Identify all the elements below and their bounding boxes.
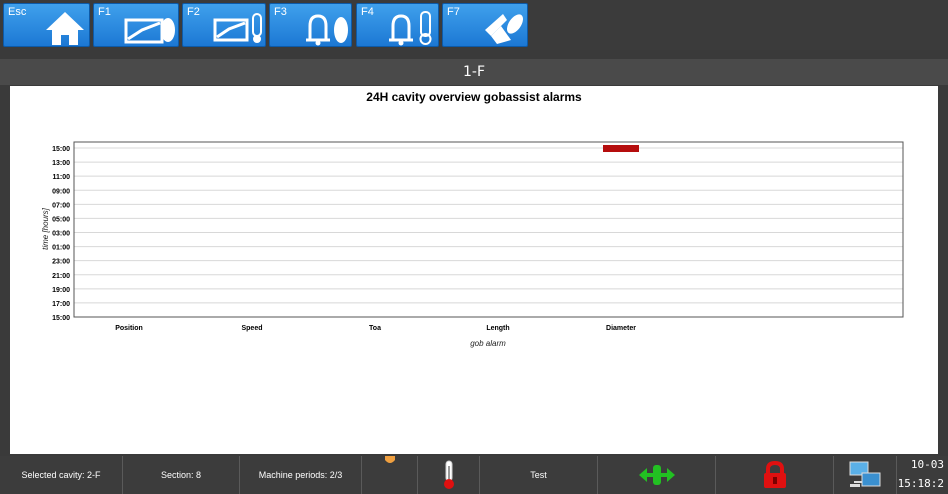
machine-periods-status[interactable]: Machine periods: 2/3 (240, 456, 362, 494)
swab-cell[interactable] (598, 456, 716, 494)
home-icon (46, 12, 84, 45)
f1-key-label: F1 (98, 6, 111, 18)
selected-cavity-status[interactable]: Selected cavity: 2-F (0, 456, 123, 494)
window-title: 1-F (462, 64, 485, 80)
x-tick-label: Toa (369, 325, 381, 332)
f4-key-label: F4 (361, 6, 374, 18)
y-tick-label: 15:00 (52, 146, 70, 153)
lock-icon (763, 461, 786, 488)
indicator-cell (362, 456, 418, 494)
test-status[interactable]: Test (480, 456, 598, 494)
clock-display: 10-03 15:18:2 (897, 456, 948, 494)
f4-alarm-temperature-button[interactable]: F4 (356, 3, 439, 47)
thermometer-icon (443, 460, 454, 489)
x-tick-label: Speed (241, 325, 262, 332)
plot-frame (73, 141, 904, 318)
clock-time: 15:18:2 (897, 477, 944, 490)
alarm-mark[interactable] (603, 145, 639, 152)
f2-trend-temperature-button[interactable]: F2 (182, 3, 266, 47)
function-key-toolbar: Esc F1 F2 F3 F4 F7 (0, 0, 948, 50)
y-tick-label: 03:00 (52, 231, 70, 238)
x-axis-label: gob alarm (470, 339, 506, 348)
alarm-overview-chart: 15:00 13:00 11:00 09:00 07:00 05:00 03:00 01:00… (41, 141, 904, 348)
lock-cell[interactable] (716, 456, 834, 494)
f3-alarms-button[interactable]: F3 (269, 3, 352, 47)
chart-panel: 24H cavity overview gobassist alarms 15:… (10, 86, 938, 454)
section-status[interactable]: Section: 8 (123, 456, 240, 494)
y-tick-label: 19:00 (52, 287, 70, 294)
f1-trend-button[interactable]: F1 (93, 3, 179, 47)
network-icon (849, 461, 881, 487)
y-tick-label: 05:00 (52, 216, 70, 223)
x-tick-label: Position (115, 325, 143, 332)
y-tick-label: 15:00 (52, 315, 70, 322)
window-title-bar: 1-F (0, 59, 948, 85)
trend-chart-icon (124, 18, 175, 44)
temperature-cell[interactable] (418, 456, 480, 494)
gob-shear-icon (485, 14, 523, 44)
y-tick-label: 23:00 (52, 259, 70, 266)
alarm-temperature-icon (389, 11, 432, 46)
y-axis-label: time [hours] (41, 207, 50, 250)
trend-temperature-icon (213, 13, 262, 43)
f3-key-label: F3 (274, 6, 287, 18)
x-tick-label: Diameter (606, 325, 636, 332)
orange-indicator-icon (384, 456, 395, 463)
y-tick-label: 21:00 (52, 273, 70, 280)
f7-gob-button[interactable]: F7 (442, 3, 528, 47)
x-tick-label: Length (486, 325, 509, 332)
status-bar: Selected cavity: 2-F Section: 8 Machine … (0, 456, 948, 494)
y-tick-label: 13:00 (52, 160, 70, 167)
y-tick-label: 07:00 (52, 202, 70, 209)
clock-date: 10-03 (910, 458, 944, 471)
f7-key-label: F7 (447, 6, 460, 18)
f2-key-label: F2 (187, 6, 200, 18)
esc-home-button[interactable]: Esc (3, 3, 90, 47)
y-tick-label: 09:00 (52, 188, 70, 195)
network-cell[interactable] (834, 456, 897, 494)
swab-arrows-icon (638, 465, 675, 485)
esc-key-label: Esc (8, 6, 27, 18)
y-tick-label: 17:00 (52, 301, 70, 308)
y-tick-label: 01:00 (52, 245, 70, 252)
alarm-bell-icon (306, 14, 348, 46)
y-tick-label: 11:00 (52, 174, 70, 181)
